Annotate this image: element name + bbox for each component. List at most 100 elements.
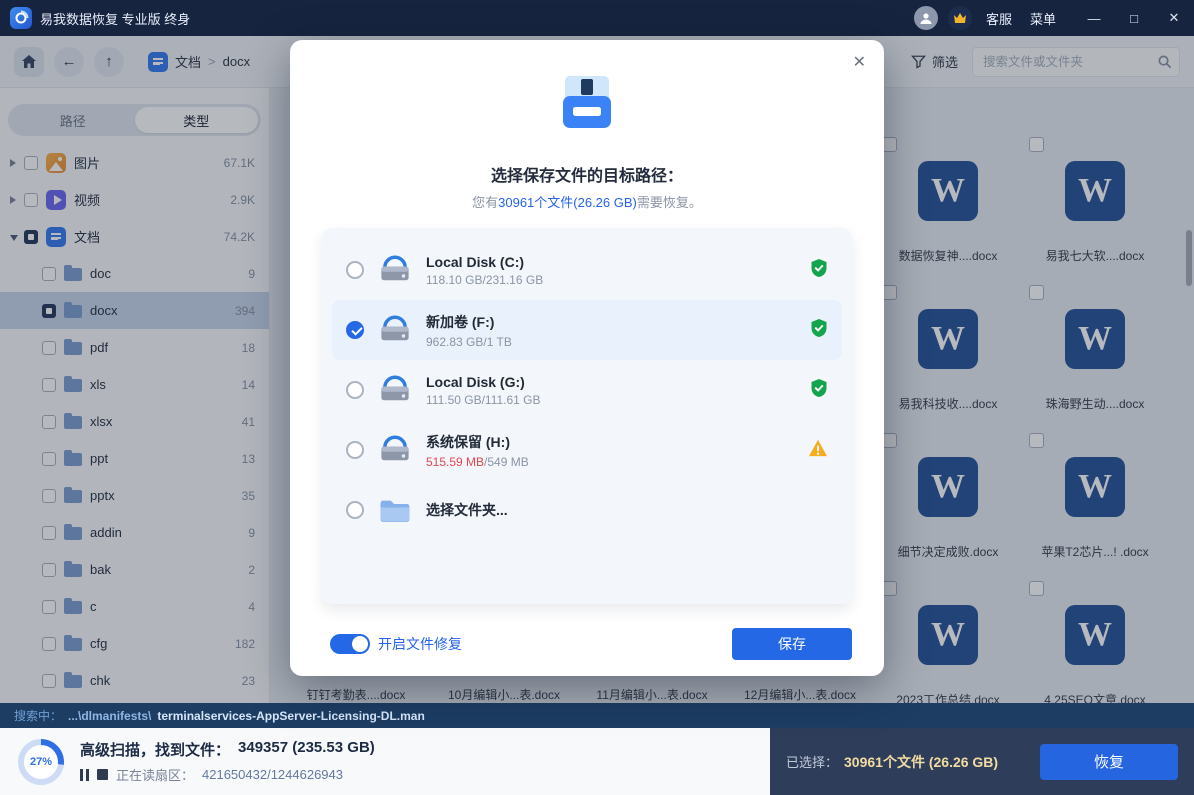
file-card[interactable]: W 细节决定成败.docx: [878, 431, 1018, 566]
drive-option-g[interactable]: Local Disk (G:) 111.50 GB/111.61 GB: [332, 360, 842, 420]
pictures-icon: [46, 153, 66, 173]
sidebar-item-count: 35: [242, 489, 255, 503]
radio-button[interactable]: [346, 381, 364, 399]
file-checkbox[interactable]: [882, 285, 897, 300]
checkbox[interactable]: [24, 156, 38, 170]
file-card[interactable]: W 苹果T2芯片...! .docx: [1025, 431, 1165, 566]
sidebar-item-xlsx[interactable]: xlsx 41: [0, 403, 269, 440]
funnel-icon: [911, 54, 926, 69]
customer-service-link[interactable]: 客服: [986, 9, 1012, 28]
file-card[interactable]: W 珠海野生动....docx: [1025, 283, 1165, 418]
save-button[interactable]: 保存: [732, 628, 852, 660]
choose-folder-option[interactable]: 选择文件夹...: [332, 480, 842, 540]
file-checkbox[interactable]: [1029, 433, 1044, 448]
file-card[interactable]: W 易我七大软....docx: [1025, 135, 1165, 270]
sidebar-item-c[interactable]: c 4: [0, 588, 269, 625]
drive-option-f[interactable]: 新加卷 (F:) 962.83 GB/1 TB: [332, 300, 842, 360]
file-name[interactable]: 12月编辑小...表.docx: [726, 686, 874, 703]
file-card[interactable]: W 数据恢复神....docx: [878, 135, 1018, 270]
checkbox[interactable]: [24, 230, 38, 244]
sidebar-item-pdf[interactable]: pdf 18: [0, 329, 269, 366]
checkbox[interactable]: [42, 674, 56, 688]
close-icon[interactable]: ✕: [853, 52, 866, 72]
file-name[interactable]: 10月编辑小...表.docx: [430, 686, 578, 703]
tab-type[interactable]: 类型: [135, 107, 259, 133]
file-checkbox[interactable]: [882, 137, 897, 152]
search-icon[interactable]: [1157, 54, 1172, 74]
sidebar-item-pptx[interactable]: pptx 35: [0, 477, 269, 514]
sidebar-item-ppt[interactable]: ppt 13: [0, 440, 269, 477]
sidebar-item-xls[interactable]: xls 14: [0, 366, 269, 403]
sidebar-item-label: chk: [90, 673, 110, 688]
file-card[interactable]: W 4.25SEO文章.docx: [1025, 579, 1165, 714]
sidebar-item-label: pptx: [90, 488, 115, 503]
checkbox[interactable]: [42, 563, 56, 577]
chevron-right-icon[interactable]: [10, 159, 20, 167]
toggle-on-icon[interactable]: [330, 634, 370, 654]
status-warning-icon: [808, 439, 828, 462]
tab-path[interactable]: 路径: [11, 107, 135, 133]
user-avatar[interactable]: [914, 6, 938, 30]
file-repair-toggle[interactable]: 开启文件修复: [330, 634, 462, 654]
pause-button[interactable]: [80, 769, 89, 781]
checkbox[interactable]: [42, 341, 56, 355]
file-checkbox[interactable]: [1029, 285, 1044, 300]
radio-button[interactable]: [346, 441, 364, 459]
breadcrumb-separator: >: [208, 54, 216, 69]
checkbox[interactable]: [42, 526, 56, 540]
drive-capacity: 111.50 GB/111.61 GB: [426, 393, 541, 407]
sidebar-item-chk[interactable]: chk 23: [0, 662, 269, 699]
breadcrumb-root[interactable]: 文档: [175, 52, 201, 71]
checkbox[interactable]: [42, 267, 56, 281]
up-button[interactable]: ↑: [94, 47, 124, 77]
sidebar-item-addin[interactable]: addin 9: [0, 514, 269, 551]
sidebar-item-documents[interactable]: 文档 74.2K: [0, 218, 269, 255]
scrollbar[interactable]: [1186, 230, 1192, 286]
title-bar: 易我数据恢复 专业版 终身 客服 菜单 — □ ✕: [0, 0, 1194, 36]
file-card[interactable]: W 易我科技收....docx: [878, 283, 1018, 418]
vip-icon[interactable]: [948, 6, 972, 30]
sidebar-item-docx[interactable]: docx 394: [0, 292, 269, 329]
sidebar-item-doc[interactable]: doc 9: [0, 255, 269, 292]
drive-option-c[interactable]: Local Disk (C:) 118.10 GB/231.16 GB: [332, 240, 842, 300]
sidebar-item-cfg[interactable]: cfg 182: [0, 625, 269, 662]
file-name[interactable]: 11月编辑小...表.docx: [578, 686, 726, 703]
chevron-right-icon[interactable]: [10, 196, 20, 204]
menu-link[interactable]: 菜单: [1030, 9, 1056, 28]
sidebar-item-videos[interactable]: 视频 2.9K: [0, 181, 269, 218]
checkbox[interactable]: [42, 489, 56, 503]
checkbox[interactable]: [42, 637, 56, 651]
recover-button[interactable]: 恢复: [1040, 744, 1178, 780]
drive-option-h[interactable]: 系统保留 (H:) 515.59 MB/549 MB: [332, 420, 842, 480]
checkbox[interactable]: [42, 304, 56, 318]
search-input[interactable]: [972, 47, 1180, 77]
radio-button[interactable]: [346, 261, 364, 279]
breadcrumb: 文档 > docx: [148, 52, 250, 72]
home-button[interactable]: [14, 47, 44, 77]
filter-button[interactable]: 筛选: [911, 52, 958, 71]
file-checkbox[interactable]: [882, 581, 897, 596]
checkbox[interactable]: [42, 600, 56, 614]
file-checkbox[interactable]: [1029, 137, 1044, 152]
file-checkbox[interactable]: [882, 433, 897, 448]
checkbox[interactable]: [42, 452, 56, 466]
sidebar-item-pictures[interactable]: 图片 67.1K: [0, 144, 269, 181]
file-card[interactable]: W 2023工作总结.docx: [878, 579, 1018, 714]
scan-status-strip: 搜索中： ...\dlmanifests\terminalservices-Ap…: [0, 703, 1194, 728]
radio-button-selected[interactable]: [346, 321, 364, 339]
back-button[interactable]: ←: [54, 47, 84, 77]
chevron-down-icon[interactable]: [10, 235, 18, 245]
stop-button[interactable]: [97, 769, 108, 780]
maximize-button[interactable]: □: [1114, 0, 1154, 36]
sidebar-item-bak[interactable]: bak 2: [0, 551, 269, 588]
file-name[interactable]: 钉钉考勤表....docx: [282, 686, 430, 703]
minimize-button[interactable]: —: [1074, 0, 1114, 36]
file-checkbox[interactable]: [1029, 581, 1044, 596]
breadcrumb-current[interactable]: docx: [223, 54, 250, 69]
checkbox[interactable]: [42, 378, 56, 392]
close-window-button[interactable]: ✕: [1154, 0, 1194, 36]
radio-button[interactable]: [346, 501, 364, 519]
checkbox[interactable]: [42, 415, 56, 429]
selected-label: 已选择：: [786, 752, 838, 771]
checkbox[interactable]: [24, 193, 38, 207]
